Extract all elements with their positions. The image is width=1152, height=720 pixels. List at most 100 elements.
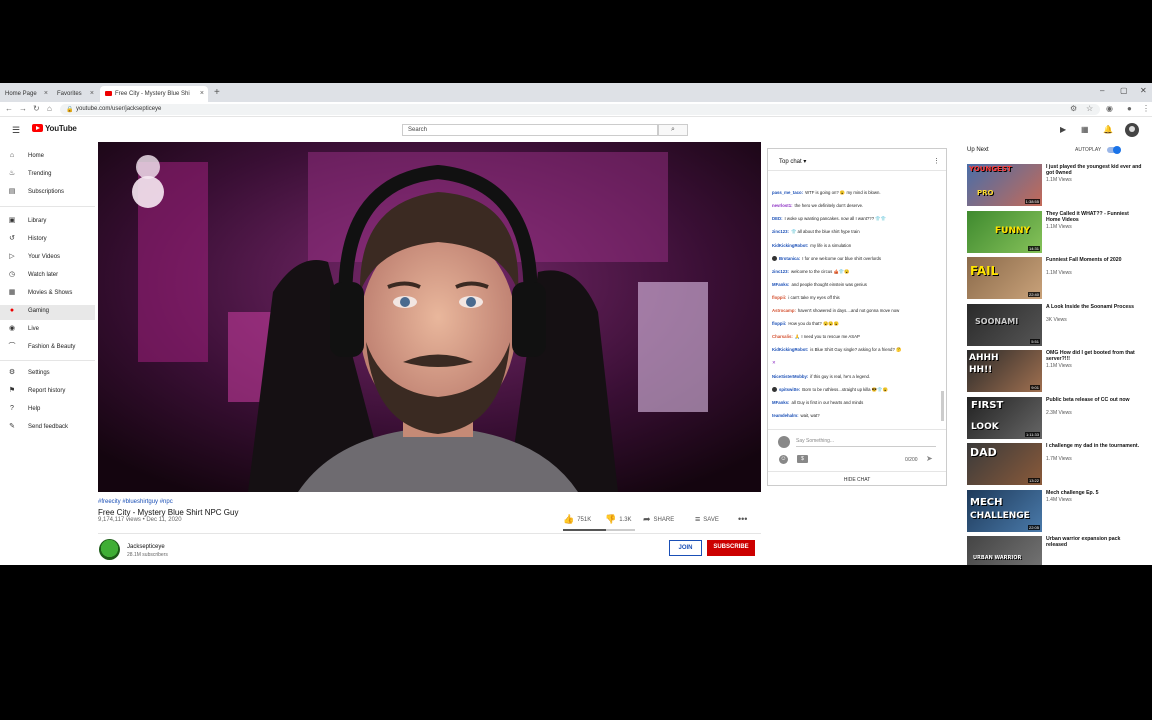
chat-author[interactable]: zinc123: bbox=[772, 269, 789, 274]
chat-author[interactable]: zinc123: bbox=[772, 229, 789, 234]
chat-author[interactable]: DED: bbox=[772, 216, 783, 221]
forward-icon[interactable]: → bbox=[19, 104, 27, 113]
chat-author[interactable]: spitswitte: bbox=[779, 387, 800, 392]
chat-author[interactable]: KidKickingRobot: bbox=[772, 243, 808, 248]
channel-avatar[interactable] bbox=[99, 539, 120, 560]
sidebar-item-subscriptions[interactable]: ▤ Subscriptions bbox=[0, 186, 95, 201]
address-bar[interactable]: 🔒 youtube.com/user/jacksepticeye bbox=[60, 104, 1100, 115]
reload-icon[interactable]: ↻ bbox=[33, 104, 40, 113]
save-button[interactable]: ≡ SAVE bbox=[695, 514, 719, 524]
dislike-button[interactable]: 👎 1.3K bbox=[605, 514, 632, 525]
video-thumbnail[interactable]: YOUNGEST PRO 1:38:55 bbox=[967, 164, 1042, 206]
up-next-item[interactable]: URBAN WARRIOR Urban warrior expansion pac… bbox=[967, 536, 1145, 565]
autoplay-toggle[interactable] bbox=[1107, 146, 1121, 154]
video-thumbnail[interactable]: MECH CHALLENGE 22:05 bbox=[967, 489, 1042, 532]
up-next-title[interactable]: A Look Inside the Soonami Process bbox=[1046, 304, 1142, 310]
up-next-title[interactable]: Urban warrior expansion pack released bbox=[1046, 536, 1142, 548]
chat-mode-dropdown[interactable]: Top chat ▾ bbox=[779, 158, 806, 165]
up-next-item[interactable]: DAD 13:22 I challenge my dad in the tourna… bbox=[967, 443, 1145, 487]
up-next-title[interactable]: OMG How did I get booted from that serve… bbox=[1046, 350, 1142, 362]
chat-author[interactable]: MFanks: bbox=[772, 400, 789, 405]
back-icon[interactable]: ← bbox=[5, 104, 13, 113]
chat-author[interactable]: floppii: bbox=[772, 321, 786, 326]
up-next-title[interactable]: Funniest Fall Moments of 2020 bbox=[1046, 257, 1142, 263]
channel-name[interactable]: Jacksepticeye bbox=[127, 544, 165, 550]
chat-scrollbar[interactable] bbox=[941, 391, 944, 421]
search-input[interactable]: Search bbox=[402, 124, 658, 136]
up-next-item[interactable]: MECH CHALLENGE 22:05 Mech challenge Ep. 5 1.… bbox=[967, 489, 1145, 534]
chat-author[interactable]: KidKickingRobot: bbox=[772, 347, 808, 352]
chat-author[interactable]: Brotanica: bbox=[779, 256, 800, 261]
chat-author[interactable]: Charsalis: bbox=[772, 334, 793, 339]
new-tab-icon[interactable]: + bbox=[214, 87, 220, 98]
video-thumbnail[interactable]: DAD 13:22 bbox=[967, 443, 1042, 485]
chat-author[interactable]: pass_me_taco: bbox=[772, 190, 803, 195]
extension-puzzle-icon[interactable]: ◉ bbox=[1106, 104, 1113, 113]
tab-home-page[interactable]: Home Page × bbox=[0, 86, 52, 102]
tab-active-video[interactable]: Free City - Mystery Blue Shi × bbox=[100, 86, 208, 102]
sidebar-item-settings[interactable]: ⚙ Settings bbox=[0, 367, 95, 382]
apps-grid-icon[interactable]: ▦ bbox=[1081, 125, 1089, 134]
maximize-icon[interactable]: ▢ bbox=[1120, 86, 1128, 95]
tab-favorites[interactable]: Favorites × bbox=[52, 86, 98, 102]
sidebar-item-library[interactable]: ▣ Library bbox=[0, 215, 95, 230]
up-next-title[interactable]: Public beta release of CC out now bbox=[1046, 397, 1142, 403]
chat-message-input[interactable]: Say Something... bbox=[796, 438, 936, 447]
up-next-item[interactable]: FUNNY 14:31 They Called it WHAT?? - Funnie… bbox=[967, 210, 1145, 255]
video-player[interactable] bbox=[98, 142, 761, 492]
home-browser-icon[interactable]: ⌂ bbox=[47, 104, 52, 113]
up-next-item[interactable]: AHHH HH!! 9:01 OMG How did I get booted fro… bbox=[967, 350, 1145, 394]
minimize-icon[interactable]: – bbox=[1100, 86, 1104, 95]
browser-menu-icon[interactable]: ⋮ bbox=[1142, 104, 1150, 113]
sidebar-item-watch-later[interactable]: ◷ Watch later bbox=[0, 269, 95, 284]
youtube-logo[interactable]: YouTube bbox=[32, 124, 77, 133]
sidebar-item-your-videos[interactable]: ▷ Your Videos bbox=[0, 251, 95, 266]
more-actions-button[interactable]: ••• bbox=[738, 514, 750, 524]
up-next-title[interactable]: Mech challenge Ep. 5 bbox=[1046, 490, 1142, 496]
up-next-item[interactable]: FAIL 22:40 Funniest Fall Moments of 2020 1.… bbox=[967, 257, 1145, 301]
sidebar-item-history[interactable]: ↺ History bbox=[0, 233, 95, 248]
send-icon[interactable]: ➤ bbox=[926, 454, 933, 463]
close-tab-icon[interactable]: × bbox=[44, 90, 48, 97]
subscribe-button[interactable]: SUBSCRIBE bbox=[707, 540, 755, 556]
sidebar-item-movies-shows[interactable]: ▦ Movies & Shows bbox=[0, 287, 95, 302]
chat-author[interactable]: NiceSisterMobby: bbox=[772, 374, 808, 379]
join-button[interactable]: JOIN bbox=[669, 540, 702, 556]
bookmark-star-icon[interactable]: ☆ bbox=[1086, 104, 1093, 113]
like-button[interactable]: 👍 751K bbox=[563, 514, 591, 525]
sidebar-item-home[interactable]: ⌂ Home bbox=[0, 150, 95, 165]
video-thumbnail[interactable]: FAIL 22:40 bbox=[967, 257, 1042, 299]
sidebar-item-live[interactable]: ◉ Live bbox=[0, 323, 95, 338]
video-thumbnail[interactable]: FIRST LOOK 1:11:33 bbox=[967, 396, 1042, 439]
sidebar-item-report-history[interactable]: ⚑ Report history bbox=[0, 385, 95, 400]
chat-author[interactable]: MFanks: bbox=[772, 282, 789, 287]
sidebar-item-gaming[interactable]: ● Gaming bbox=[0, 305, 95, 320]
notifications-bell-icon[interactable]: 🔔 bbox=[1103, 125, 1113, 134]
video-thumbnail[interactable]: FUNNY 14:31 bbox=[967, 210, 1042, 253]
share-button[interactable]: ➦ SHARE bbox=[643, 514, 674, 525]
hamburger-menu-icon[interactable]: ☰ bbox=[12, 125, 20, 136]
profile-icon[interactable]: ● bbox=[1127, 104, 1132, 113]
chat-author[interactable]: nevrlost1: bbox=[772, 203, 793, 208]
extension-icon[interactable]: ⚙ bbox=[1070, 104, 1077, 113]
up-next-item[interactable]: FIRST LOOK 1:11:33 Public beta release of C… bbox=[967, 396, 1145, 441]
chat-author[interactable]: floppii: bbox=[772, 295, 786, 300]
chat-author[interactable]: Astrocamp: bbox=[772, 308, 796, 313]
user-avatar[interactable] bbox=[1125, 123, 1139, 137]
sidebar-item-trending[interactable]: ♨ Trending bbox=[0, 168, 95, 183]
chat-author[interactable]: teamdehalm: bbox=[772, 413, 799, 418]
up-next-item[interactable]: SOONAMI 5:51 A Look Inside the Soonami Pro… bbox=[967, 303, 1145, 348]
create-video-icon[interactable]: ▶ bbox=[1060, 125, 1066, 134]
emoji-icon[interactable]: ☺ bbox=[779, 455, 788, 464]
video-hashtags[interactable]: #freecity #blueshirtguy #npc bbox=[98, 499, 173, 505]
up-next-item[interactable]: YOUNGEST PRO 1:38:55 I just played the youn… bbox=[967, 164, 1145, 208]
sidebar-item-help[interactable]: ? Help bbox=[0, 403, 95, 418]
search-button[interactable]: ⌕ bbox=[658, 124, 688, 136]
hide-chat-button[interactable]: HIDE CHAT bbox=[768, 471, 946, 485]
close-tab-icon[interactable]: × bbox=[90, 90, 94, 97]
chat-menu-icon[interactable]: ⋮ bbox=[933, 157, 940, 165]
video-thumbnail[interactable]: SOONAMI 5:51 bbox=[967, 303, 1042, 346]
super-chat-icon[interactable]: $ bbox=[797, 455, 808, 463]
sidebar-item-fashion-beauty[interactable]: ⌒ Fashion & Beauty bbox=[0, 341, 95, 356]
close-tab-icon[interactable]: × bbox=[200, 90, 204, 97]
